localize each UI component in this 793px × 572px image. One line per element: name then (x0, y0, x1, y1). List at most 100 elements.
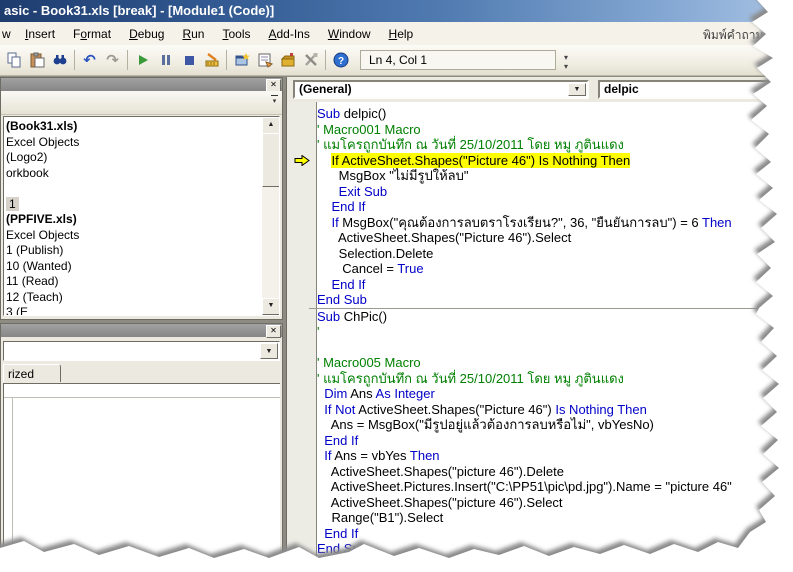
copy-button[interactable] (2, 49, 25, 71)
tree-item[interactable]: 10 (Wanted) (4, 259, 261, 275)
code-line: If ActiveSheet.Shapes("Picture 46") Is N… (317, 153, 793, 169)
chevron-down-icon[interactable]: ▼ (260, 343, 278, 359)
menu-help[interactable]: Help (380, 24, 423, 44)
window-title: asic - Book31.xls [break] - [Module1 (Co… (4, 3, 274, 18)
break-button[interactable] (154, 49, 177, 71)
code-line: If Ans = vbYes Then (317, 448, 793, 464)
object-browser-icon (234, 52, 250, 68)
tree-item[interactable]: orkbook (4, 166, 261, 182)
undo-button[interactable]: ↶ (78, 49, 101, 71)
copy-icon (6, 52, 22, 68)
code-line: End Sub (317, 292, 793, 308)
tree-item[interactable]: Excel Objects (4, 228, 261, 244)
run-button[interactable] (131, 49, 154, 71)
redo-icon: ↷ (106, 53, 119, 68)
menu-tools[interactable]: Tools (213, 24, 259, 44)
code-line: Range("B1").Select (317, 510, 793, 526)
tree-item[interactable]: (Book31.xls) (4, 119, 261, 135)
object-dropdown[interactable]: (General) ▼ (293, 80, 589, 99)
tree-item[interactable]: (PPFIVE.xls) (4, 212, 261, 228)
svg-text:?: ? (337, 56, 343, 67)
break-icon (158, 52, 174, 68)
code-line: Selection.Delete (317, 246, 793, 262)
menu-insert[interactable]: Insert (16, 24, 64, 44)
paste-icon (29, 52, 45, 68)
project-tree-scrollbar[interactable]: ▲ ▼ (262, 117, 279, 315)
code-line: End Sub (317, 541, 793, 557)
chevron-down-icon[interactable]: ▼ (568, 83, 586, 96)
properties-tabs: rized (3, 364, 280, 383)
scrollbar-thumb[interactable] (262, 133, 280, 187)
properties-object-combo[interactable]: ▼ (3, 341, 280, 361)
properties-grid[interactable] (3, 383, 280, 570)
code-line: End If (317, 277, 793, 293)
standard-toolbar: ↶ ↷ ? Ln 4, Col 1 ▾▾ (0, 45, 793, 76)
help-question-box[interactable]: พิมพ์คำถามขอ (703, 26, 779, 45)
code-line: ' แมโครถูกบันทึก ณ วันที่ 25/10/2011 โดย… (317, 371, 793, 387)
scroll-down-icon[interactable]: ▼ (262, 298, 280, 315)
toolbar-separator (325, 50, 326, 70)
code-line: Ans = MsgBox("มีรูปอยู่แล้วต้องการลบหรือ… (317, 417, 793, 433)
tree-item[interactable]: 1 (4, 197, 261, 213)
scroll-up-icon[interactable]: ▲ (262, 117, 280, 134)
help-button[interactable]: ? (329, 49, 352, 71)
project-panel-toolbar: ▾ (1, 91, 282, 115)
tab-categorized[interactable]: rized (3, 364, 61, 382)
menu-debug[interactable]: Debug (120, 24, 173, 44)
project-tree[interactable]: (Book31.xls)Excel Objects(Logo2)orkbook1… (3, 116, 280, 316)
close-icon[interactable]: ✕ (266, 325, 281, 338)
code-line: Sub ChPic() (317, 309, 793, 325)
undo-icon: ↶ (83, 53, 96, 68)
tree-item[interactable]: (Logo2) (4, 150, 261, 166)
code-line: End If (317, 199, 793, 215)
chevron-down-icon[interactable]: ▾ (269, 95, 280, 105)
code-window: (General) ▼ delpic Sub delpic()' Macro00… (286, 77, 793, 572)
title-bar: asic - Book31.xls [break] - [Module1 (Co… (0, 0, 793, 22)
code-line: End If (317, 526, 793, 542)
tree-item[interactable] (4, 181, 261, 197)
tree-item[interactable]: 12 (Teach) (4, 290, 261, 306)
line-col-indicator: Ln 4, Col 1 (360, 50, 556, 70)
menu-view-partial[interactable]: w (0, 24, 16, 44)
menu-run[interactable]: Run (173, 24, 213, 44)
menu-items: InsertFormatDebugRunToolsAdd-InsWindowHe… (16, 24, 422, 44)
procedure-dropdown[interactable]: delpic (598, 80, 788, 99)
code-text: Sub delpic()' Macro001 Macro' แมโครถูกบั… (317, 106, 793, 557)
menu-window[interactable]: Window (319, 24, 380, 44)
object-browser-button[interactable] (230, 49, 253, 71)
code-line (317, 340, 793, 356)
tree-item[interactable]: Excel Objects (4, 135, 261, 151)
properties-window-icon (257, 52, 273, 68)
tools-button[interactable] (299, 49, 322, 71)
object-dropdown-value: (General) (299, 82, 352, 96)
tree-item[interactable]: 3 (E (4, 305, 261, 316)
reset-button[interactable] (177, 49, 200, 71)
menu-addins[interactable]: Add-Ins (259, 24, 318, 44)
design-mode-button[interactable] (200, 49, 223, 71)
reset-icon (181, 52, 197, 68)
project-panel-titlebar: ✕ (1, 78, 282, 91)
menu-bar: w InsertFormatDebugRunToolsAdd-InsWindow… (0, 22, 793, 46)
find-button[interactable] (48, 49, 71, 71)
toolbar-separator (226, 50, 227, 70)
properties-panel: ✕ ▼ rized (0, 323, 283, 572)
toolbox-button[interactable] (276, 49, 299, 71)
code-line: ActiveSheet.Shapes("picture 46").Delete (317, 464, 793, 480)
code-line: ActiveSheet.Shapes("Picture 46").Select (317, 230, 793, 246)
paste-button[interactable] (25, 49, 48, 71)
code-line: ' Macro005 Macro (317, 355, 793, 371)
properties-window-button[interactable] (253, 49, 276, 71)
find-icon (52, 52, 68, 68)
tree-item[interactable]: 1 (Publish) (4, 243, 261, 259)
help-icon: ? (333, 52, 349, 68)
redo-button[interactable]: ↷ (101, 49, 124, 71)
margin-indicator-bar[interactable] (287, 102, 317, 572)
menu-format[interactable]: Format (64, 24, 120, 44)
toolbar-options-chevron[interactable]: ▾▾ (560, 50, 572, 70)
code-line: ' Macro001 Macro (317, 122, 793, 138)
toolbar-separator (74, 50, 75, 70)
code-editor[interactable]: Sub delpic()' Macro001 Macro' แมโครถูกบั… (287, 102, 793, 572)
run-icon (135, 52, 151, 68)
code-line: Cancel = True (317, 261, 793, 277)
tree-item[interactable]: 11 (Read) (4, 274, 261, 290)
